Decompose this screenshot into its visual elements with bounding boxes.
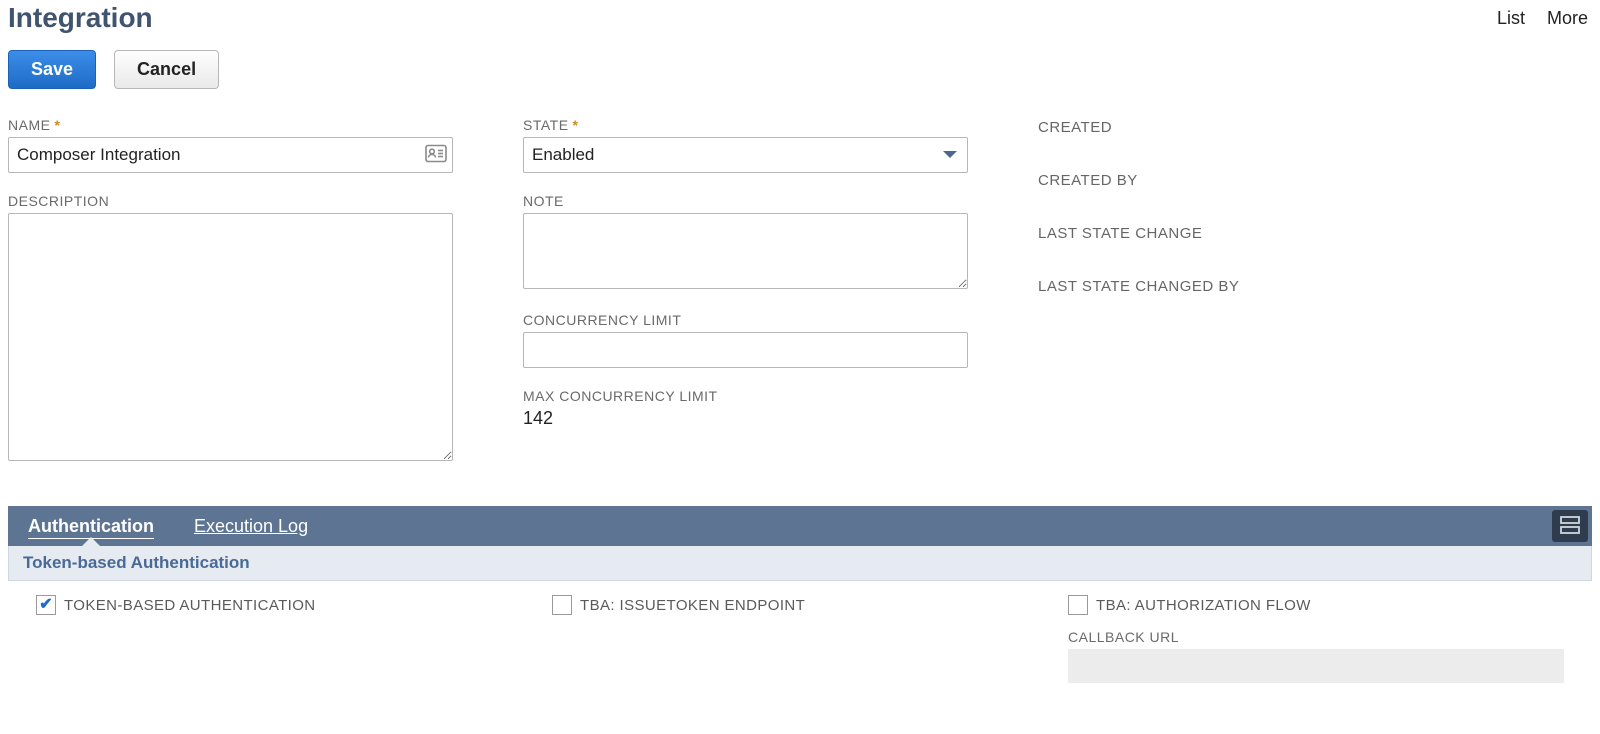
tab-authentication[interactable]: Authentication <box>8 506 174 546</box>
authflow-label: TBA: AUTHORIZATION FLOW <box>1096 597 1311 614</box>
meta-last-state-change: LAST STATE CHANGE <box>1038 225 1592 242</box>
name-input[interactable] <box>8 137 453 173</box>
concurrency-input[interactable] <box>523 332 968 368</box>
description-input[interactable] <box>8 213 453 461</box>
max-concurrency-value: 142 <box>523 408 968 429</box>
state-select[interactable]: Enabled <box>523 137 968 173</box>
callback-url-input[interactable] <box>1068 649 1564 683</box>
tba-checkbox[interactable] <box>36 595 56 615</box>
meta-created-by: CREATED BY <box>1038 172 1592 189</box>
tab-execution-log[interactable]: Execution Log <box>174 506 328 546</box>
tabs-bar: Authentication Execution Log <box>8 506 1592 546</box>
tba-label: TOKEN-BASED AUTHENTICATION <box>64 597 316 614</box>
page-title: Integration <box>8 2 153 34</box>
header-link-more[interactable]: More <box>1547 8 1588 29</box>
note-input[interactable] <box>523 213 968 289</box>
meta-last-state-changed-by: LAST STATE CHANGED BY <box>1038 278 1592 295</box>
issuetoken-checkbox[interactable] <box>552 595 572 615</box>
authflow-checkbox[interactable] <box>1068 595 1088 615</box>
header-link-list[interactable]: List <box>1497 8 1525 29</box>
note-label: NOTE <box>523 193 968 209</box>
callback-url-label: CALLBACK URL <box>1068 629 1564 645</box>
card-icon[interactable] <box>425 145 447 166</box>
description-label: DESCRIPTION <box>8 193 453 209</box>
panel-layout-icon <box>1560 516 1580 537</box>
issuetoken-label: TBA: ISSUETOKEN ENDPOINT <box>580 597 805 614</box>
max-concurrency-label: MAX CONCURRENCY LIMIT <box>523 388 968 404</box>
expand-panel-button[interactable] <box>1552 510 1588 542</box>
cancel-button[interactable]: Cancel <box>114 50 219 89</box>
state-label: STATE* <box>523 117 968 133</box>
save-button[interactable]: Save <box>8 50 96 89</box>
meta-created: CREATED <box>1038 119 1592 136</box>
name-label: NAME* <box>8 117 453 133</box>
auth-section-heading: Token-based Authentication <box>8 546 1592 581</box>
concurrency-label: CONCURRENCY LIMIT <box>523 312 968 328</box>
